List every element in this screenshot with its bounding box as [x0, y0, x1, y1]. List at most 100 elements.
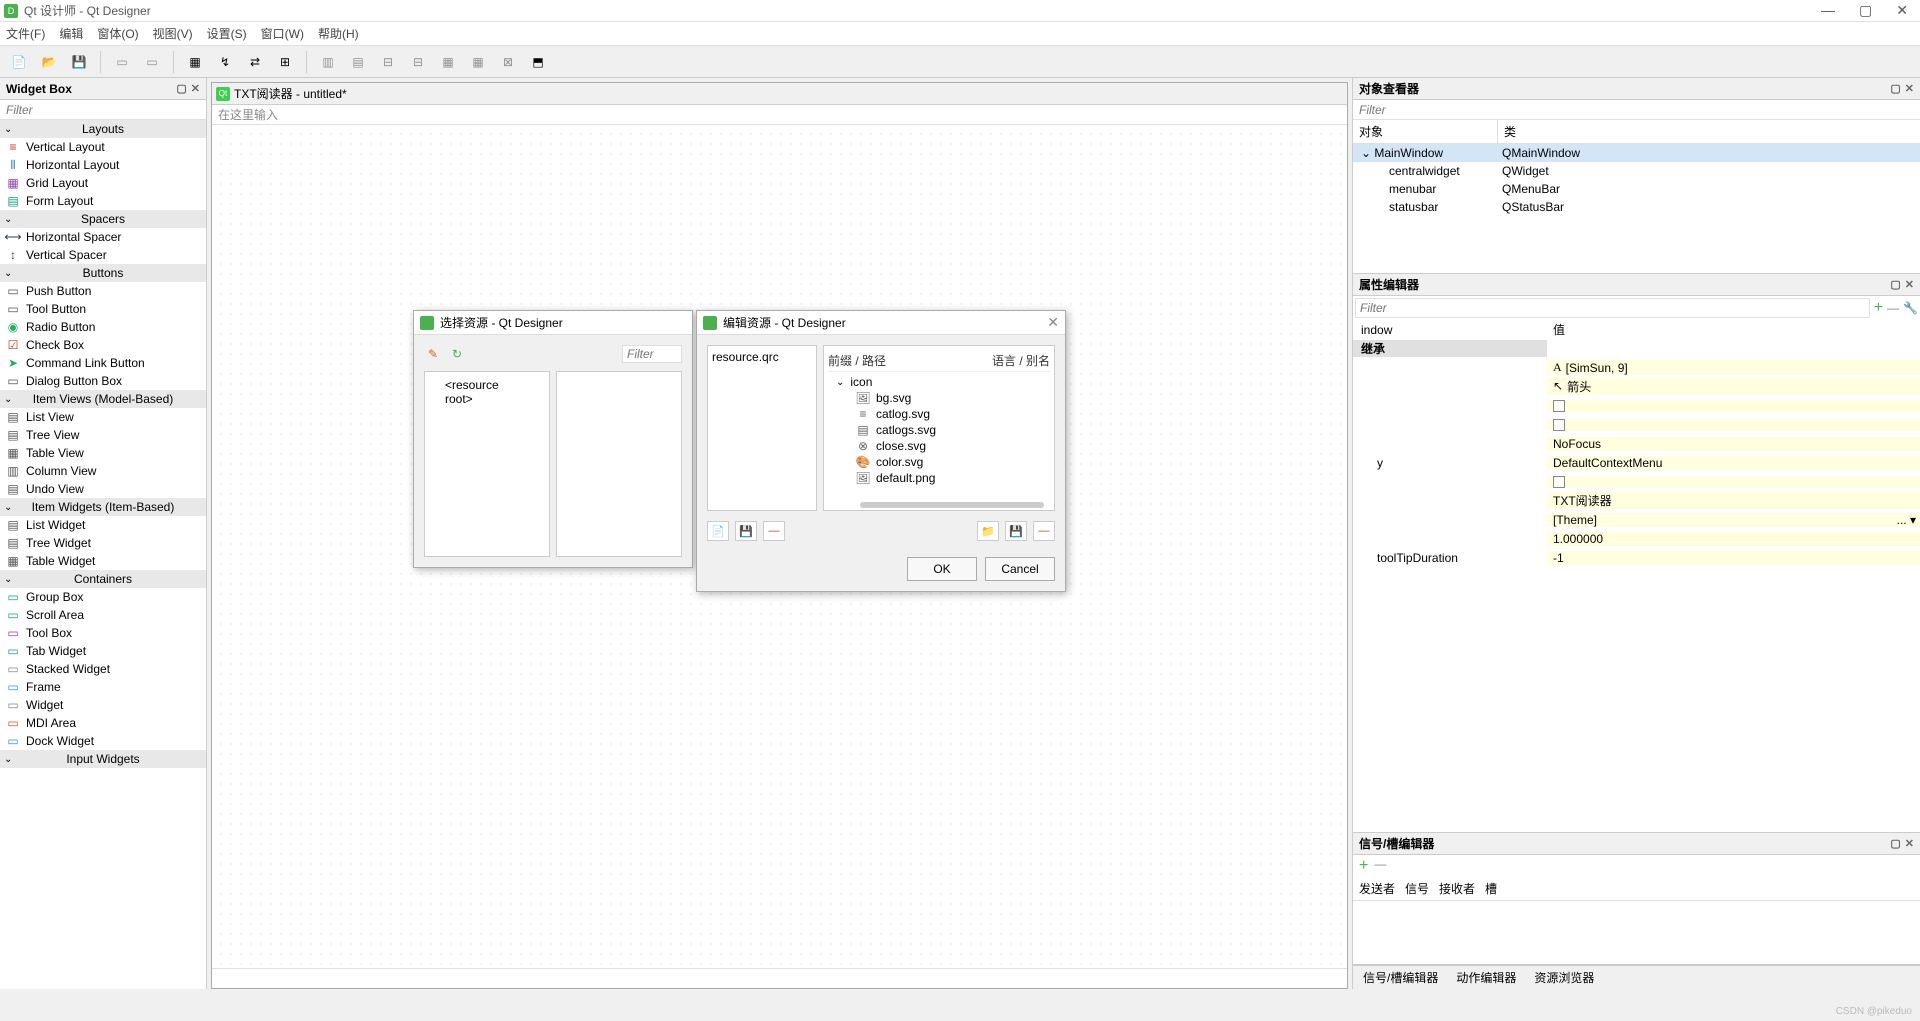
resource-file-tree[interactable]: 前缀 / 路径 语言 / 别名 ⌄icon 🖼bg.svg≡catlog.svg… [823, 345, 1055, 511]
layout-hsplit-icon[interactable]: ⊟ [375, 49, 401, 75]
edit-widgets-icon[interactable]: ▦ [182, 49, 208, 75]
resource-root-item[interactable]: <resource root> [429, 376, 545, 408]
widget-item[interactable]: ⫴Horizontal Layout [0, 156, 206, 174]
widget-item[interactable]: ▤List View [0, 408, 206, 426]
close-button[interactable]: ✕ [1896, 2, 1908, 19]
widget-group-header[interactable]: ⌄Item Views (Model-Based) [0, 390, 206, 408]
object-filter[interactable] [1353, 100, 1920, 120]
resource-file-item[interactable]: ▤catlogs.svg [828, 422, 1050, 438]
edit-signals-icon[interactable]: ↯ [212, 49, 238, 75]
open-qrc-icon[interactable]: 💾 [735, 521, 757, 541]
widget-item[interactable]: ↕Vertical Spacer [0, 246, 206, 264]
widget-item[interactable]: ◉Radio Button [0, 318, 206, 336]
property-table[interactable]: indow 值 继承 A [SimSun, 9]↖ 箭头NoFocusyDefa… [1353, 320, 1920, 832]
property-row[interactable]: [Theme]... ▾ [1353, 510, 1920, 529]
cancel-button[interactable]: Cancel [985, 557, 1055, 581]
edit-buddies-icon[interactable]: ⇄ [242, 49, 268, 75]
property-row[interactable] [1353, 472, 1920, 491]
widget-item[interactable]: ▤Tree Widget [0, 534, 206, 552]
widget-item[interactable]: ≡Vertical Layout [0, 138, 206, 156]
resource-file-item[interactable]: 🖼bg.svg [828, 390, 1050, 406]
widget-group-header[interactable]: ⌄Item Widgets (Item-Based) [0, 498, 206, 516]
widget-item[interactable]: ▭Group Box [0, 588, 206, 606]
resource-file-item[interactable]: ⊗close.svg [828, 438, 1050, 454]
remove-qrc-icon[interactable]: — [763, 521, 785, 541]
close-panel-icon[interactable]: ✕ [191, 82, 200, 95]
widget-group-header[interactable]: ⌄Buttons [0, 264, 206, 282]
float-icon[interactable]: ▢ [176, 82, 186, 95]
minimize-button[interactable]: — [1821, 2, 1835, 19]
break-layout-icon[interactable]: ⊠ [495, 49, 521, 75]
widget-item[interactable]: ▭Frame [0, 678, 206, 696]
dialog-close-icon[interactable]: ✕ [1047, 314, 1059, 331]
widget-item[interactable]: ⟷Horizontal Spacer [0, 228, 206, 246]
property-row[interactable]: TXT阅读器 [1353, 491, 1920, 510]
property-row[interactable]: 1.000000 [1353, 529, 1920, 548]
new-file-icon[interactable]: 📄 [6, 49, 32, 75]
property-row[interactable]: yDefaultContextMenu [1353, 453, 1920, 472]
property-row[interactable]: toolTipDuration-1 [1353, 548, 1920, 567]
float-icon[interactable]: ▢ [1890, 82, 1900, 95]
widget-item[interactable]: ▭Stacked Widget [0, 660, 206, 678]
widget-group-header[interactable]: ⌄Input Widgets [0, 750, 206, 768]
widget-item[interactable]: ▭Widget [0, 696, 206, 714]
maximize-button[interactable]: ▢ [1859, 2, 1872, 19]
widget-item[interactable]: ☑Check Box [0, 336, 206, 354]
remove-dynamic-icon[interactable]: — [1887, 301, 1899, 315]
close-panel-icon[interactable]: ✕ [1905, 278, 1914, 291]
property-filter[interactable] [1355, 298, 1870, 318]
bring-front-icon[interactable]: ▭ [139, 49, 165, 75]
layout-vsplit-icon[interactable]: ⊟ [405, 49, 431, 75]
object-tree-row[interactable]: ⌄ MainWindowQMainWindow [1353, 144, 1920, 162]
widget-item[interactable]: ➤Command Link Button [0, 354, 206, 372]
layout-v-icon[interactable]: ▤ [345, 49, 371, 75]
close-panel-icon[interactable]: ✕ [1905, 82, 1914, 95]
open-file-icon[interactable]: 📂 [36, 49, 62, 75]
save-file-icon[interactable]: 💾 [66, 49, 92, 75]
layout-h-icon[interactable]: ▥ [315, 49, 341, 75]
property-row[interactable]: ↖ 箭头 [1353, 377, 1920, 396]
edit-tab-order-icon[interactable]: ⊞ [272, 49, 298, 75]
horizontal-scrollbar[interactable] [860, 502, 1044, 508]
widget-box-filter[interactable] [0, 100, 206, 120]
property-row[interactable]: A [SimSun, 9] [1353, 358, 1920, 377]
reload-icon[interactable]: ↻ [448, 345, 466, 363]
widget-item[interactable]: ▤Undo View [0, 480, 206, 498]
widget-box-list[interactable]: ⌄Layouts≡Vertical Layout⫴Horizontal Layo… [0, 120, 206, 989]
property-row[interactable] [1353, 415, 1920, 434]
widget-item[interactable]: ▭Dialog Button Box [0, 372, 206, 390]
object-tree-row[interactable]: statusbarQStatusBar [1353, 198, 1920, 216]
config-icon[interactable]: 🔧 [1903, 301, 1918, 315]
widget-item[interactable]: ▦Grid Layout [0, 174, 206, 192]
adjust-size-icon[interactable]: ⬒ [525, 49, 551, 75]
add-file-icon[interactable]: 💾 [1005, 521, 1027, 541]
widget-group-header[interactable]: ⌄Containers [0, 570, 206, 588]
float-icon[interactable]: ▢ [1890, 278, 1900, 291]
qrc-file-item[interactable]: resource.qrc [712, 350, 812, 364]
new-qrc-icon[interactable]: 📄 [707, 521, 729, 541]
add-prefix-icon[interactable]: 📁 [977, 521, 999, 541]
resource-tree[interactable]: <resource root> [424, 371, 550, 557]
menu-window[interactable]: 窗口(W) [261, 25, 304, 42]
menu-view[interactable]: 视图(V) [153, 25, 193, 42]
resource-file-item[interactable]: 🖼default.png [828, 470, 1050, 486]
widget-item[interactable]: ▭Tool Button [0, 300, 206, 318]
edit-icon[interactable]: ✎ [424, 345, 442, 363]
prefix-item[interactable]: ⌄icon [828, 374, 1050, 390]
menu-edit[interactable]: 编辑 [59, 25, 83, 42]
widget-item[interactable]: ▭MDI Area [0, 714, 206, 732]
widget-item[interactable]: ▭Dock Widget [0, 732, 206, 750]
remove-file-icon[interactable]: — [1033, 521, 1055, 541]
tab-resource-browser[interactable]: 资源浏览器 [1534, 969, 1594, 986]
object-tree-row[interactable]: centralwidgetQWidget [1353, 162, 1920, 180]
widget-item[interactable]: ▭Scroll Area [0, 606, 206, 624]
form-menubar[interactable]: 在这里输入 [212, 105, 1347, 125]
resource-filter[interactable] [622, 345, 682, 363]
tab-signal-slot[interactable]: 信号/槽编辑器 [1363, 969, 1438, 986]
layout-form-icon[interactable]: ▦ [465, 49, 491, 75]
layout-grid-icon[interactable]: ▦ [435, 49, 461, 75]
widget-item[interactable]: ▭Push Button [0, 282, 206, 300]
resource-file-item[interactable]: ≡catlog.svg [828, 406, 1050, 422]
menu-settings[interactable]: 设置(S) [207, 25, 247, 42]
widget-item[interactable]: ▭Tab Widget [0, 642, 206, 660]
